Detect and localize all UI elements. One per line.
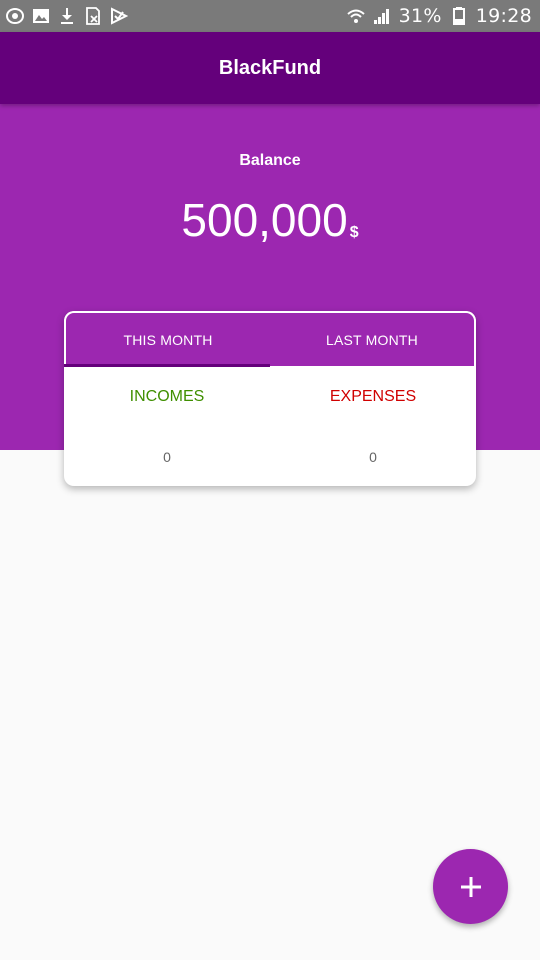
app-bar: BlackFund [0,32,540,104]
balance-display: 500,000 $ [0,192,540,248]
tab-last-month[interactable]: LAST MONTH [270,313,474,366]
status-notification-icons [6,7,128,25]
incomes-column: INCOMES 0 [64,367,270,486]
download-icon [61,8,73,24]
summary-card: THIS MONTH LAST MONTH INCOMES 0 EXPENSES… [64,311,476,486]
signal-icon [373,9,389,24]
add-transaction-button[interactable] [433,849,508,924]
tab-this-month[interactable]: THIS MONTH [66,313,270,366]
sim-card-icon [86,7,100,25]
status-system-icons: 31% 19:28 [346,5,532,27]
summary-columns: INCOMES 0 EXPENSES 0 [64,367,476,486]
eye-icon [6,8,24,24]
balance-currency: $ [349,224,359,241]
expenses-label: EXPENSES [329,388,417,405]
balance-label: Balance [239,152,301,169]
image-icon [33,9,49,23]
expenses-column: EXPENSES 0 [270,367,476,486]
expenses-value: 0 [369,449,377,465]
battery-icon [452,7,465,25]
app-screen: 31% 19:28 BlackFund Balance 500,000 $ TH… [0,0,540,960]
period-tab-bar: THIS MONTH LAST MONTH [64,311,476,366]
balance-amount: 500,000 [181,194,348,246]
wifi-icon [346,9,365,23]
plus-icon [460,876,481,897]
play-icon [111,7,128,25]
battery-percent: 31% [398,5,442,27]
incomes-value: 0 [163,449,171,465]
incomes-label: INCOMES [129,388,205,405]
app-title: BlackFund [218,56,322,79]
tab-label: THIS MONTH [123,331,213,348]
clock: 19:28 [475,5,532,27]
status-bar: 31% 19:28 [0,0,540,32]
tab-label: LAST MONTH [326,331,418,348]
